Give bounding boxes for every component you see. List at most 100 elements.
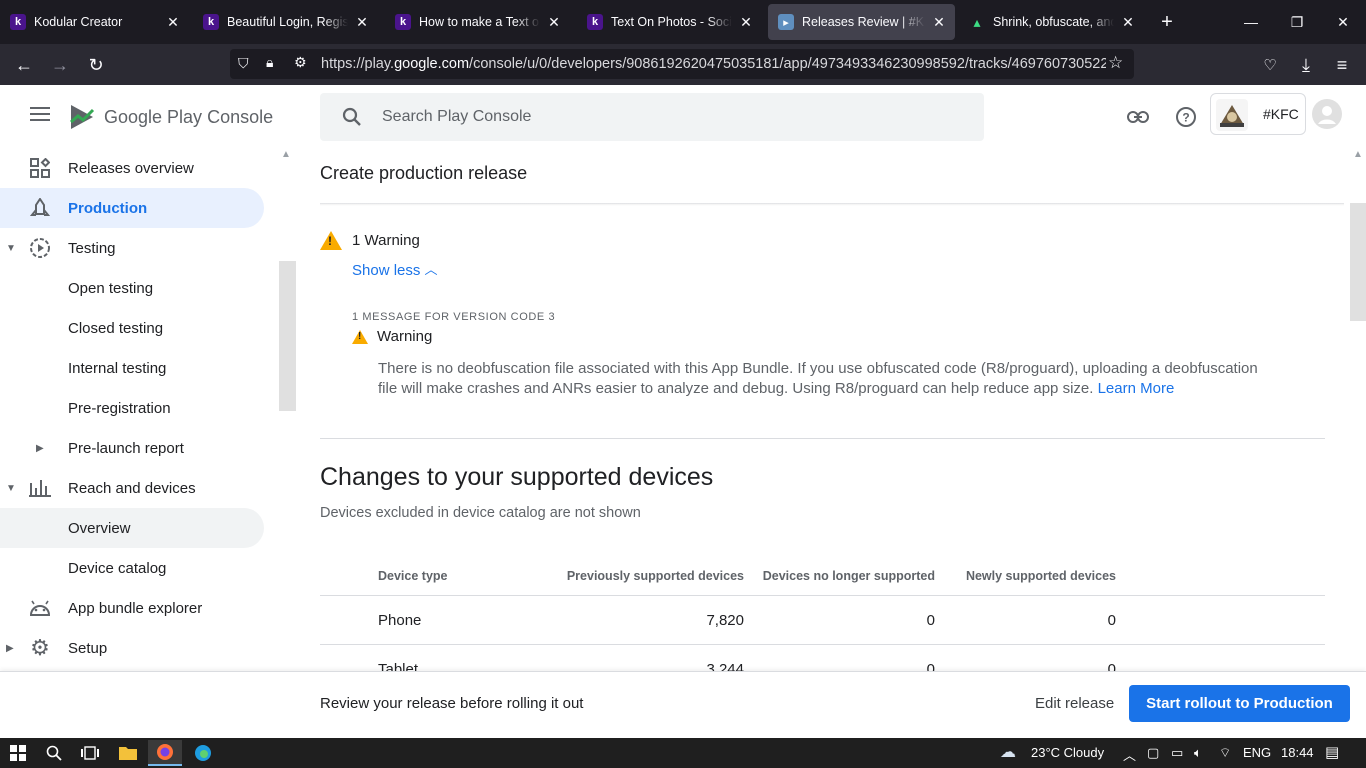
hamburger-menu-icon[interactable] [30, 107, 50, 121]
firefox-icon[interactable] [148, 740, 182, 766]
sidebar-item-closed-testing[interactable]: Closed testing [0, 308, 264, 348]
play-console-app: Google Play Console ▲ Releases overview … [0, 85, 1366, 738]
start-rollout-button[interactable]: Start rollout to Production [1129, 685, 1350, 722]
battery-icon[interactable]: ▭ [1171, 745, 1183, 761]
close-window-button[interactable]: ✕ [1320, 8, 1366, 36]
play-console-icon: ▸ [778, 14, 794, 30]
permissions-icon[interactable]: ⚙ [294, 54, 307, 71]
windows-taskbar: ☁ 23°C Cloudy ︿ ▢ ▭ 🔈︎ ⌔ ENG 18:44 ▤ [0, 738, 1366, 768]
caret-down-icon[interactable]: ▼ [6, 483, 16, 494]
sidebar-item-overview[interactable]: Overview [0, 508, 264, 548]
pocket-icon[interactable]: ♡ [1256, 52, 1284, 78]
caret-right-icon[interactable]: ▶ [6, 643, 14, 654]
sidebar-item-pre-launch-report[interactable]: ▶ Pre-launch report [0, 428, 264, 468]
sidebar-item-internal-testing[interactable]: Internal testing [0, 348, 264, 388]
review-text: Review your release before rolling it ou… [320, 695, 584, 712]
cloudy-weather-icon[interactable]: ☁ [1000, 742, 1016, 762]
message-text: There is no deobfuscation file associate… [378, 360, 1258, 397]
scroll-up-arrow[interactable]: ▲ [1353, 149, 1363, 160]
menu-icon[interactable]: ≡ [1328, 52, 1356, 78]
message-warning: Warning [352, 328, 432, 345]
browser-tab[interactable]: k Text On Photos - Social Me ✕ [577, 4, 762, 40]
sidebar-item-setup[interactable]: ▶ ⚙ Setup [0, 628, 264, 668]
sidebar-item-releases-overview[interactable]: Releases overview [0, 148, 264, 188]
browser-tab[interactable]: k How to make a Text on Ph ✕ [385, 4, 570, 40]
table-header: Device type [378, 569, 448, 583]
downloads-icon[interactable]: ⤓ [1292, 52, 1320, 78]
search-bar[interactable]: Search Play Console [320, 93, 984, 141]
new-tab-button[interactable]: + [1145, 8, 1189, 36]
warning-icon [320, 231, 342, 250]
windows-start-icon[interactable] [6, 742, 30, 764]
language-indicator[interactable]: ENG [1243, 745, 1271, 760]
header-divider [320, 203, 1344, 206]
help-icon[interactable]: ? [1174, 105, 1198, 129]
volume-icon[interactable]: 🔈︎ [1194, 745, 1202, 761]
kodular-icon: k [395, 14, 411, 30]
clock[interactable]: 18:44 [1281, 745, 1314, 760]
close-icon[interactable]: ✕ [165, 14, 181, 31]
sidebar-item-production[interactable]: Production [0, 188, 264, 228]
main-scrollbar[interactable] [1350, 203, 1366, 321]
learn-more-link[interactable]: Learn More [1098, 380, 1175, 397]
kodular-icon: k [203, 14, 219, 30]
nav-bar: ← → ↻ ⛉ 🔒︎ ⚙ https://play.google.com/con… [0, 44, 1366, 85]
sidebar-item-device-catalog[interactable]: Device catalog [0, 548, 264, 588]
search-icon[interactable] [42, 742, 66, 764]
forward-button[interactable]: → [46, 52, 74, 78]
close-icon[interactable]: ✕ [931, 14, 947, 31]
file-explorer-icon[interactable] [116, 742, 140, 764]
wifi-icon[interactable]: ⌔ [1219, 745, 1231, 761]
close-icon[interactable]: ✕ [738, 14, 754, 31]
sidebar-item-app-bundle-explorer[interactable]: App bundle explorer [0, 588, 264, 628]
close-icon[interactable]: ✕ [354, 14, 370, 31]
chevron-up-icon[interactable]: ︿ [1123, 745, 1136, 764]
restore-button[interactable]: ❐ [1274, 8, 1320, 36]
sidebar-item-pre-registration[interactable]: Pre-registration [0, 388, 264, 428]
sidebar-scrollbar[interactable] [279, 261, 296, 411]
close-icon[interactable]: ✕ [546, 14, 562, 31]
search-input[interactable]: Search Play Console [382, 108, 531, 126]
task-view-icon[interactable] [78, 742, 102, 764]
meet-now-icon[interactable]: ▢ [1147, 745, 1159, 761]
chevron-up-icon: ︿ [424, 262, 438, 277]
edge-icon[interactable] [191, 742, 215, 764]
show-less-link[interactable]: Show less ︿ [352, 260, 438, 279]
back-button[interactable]: ← [10, 52, 38, 78]
edit-release-button[interactable]: Edit release [1035, 695, 1114, 712]
browser-tab-active[interactable]: ▸ Releases Review | #KFC ✕ [768, 4, 955, 40]
tab-strip: k Kodular Creator ✕ k Beautiful Login, R… [0, 0, 1366, 44]
reload-button[interactable]: ↻ [82, 52, 110, 78]
caret-down-icon[interactable]: ▼ [6, 243, 16, 254]
app-selector[interactable]: #KFC [1210, 93, 1306, 135]
play-console-logo-icon [70, 105, 95, 129]
svg-text:?: ? [1182, 111, 1189, 125]
production-icon [28, 196, 52, 220]
table-header: Devices no longer supported [762, 569, 935, 583]
caret-right-icon[interactable]: ▶ [36, 443, 44, 454]
play-console-logo[interactable]: Google Play Console [68, 102, 273, 132]
browser-tab[interactable]: k Kodular Creator ✕ [0, 4, 189, 40]
minimize-button[interactable]: — [1228, 8, 1274, 36]
lock-icon[interactable]: 🔒︎ [266, 54, 273, 71]
sidebar-item-open-testing[interactable]: Open testing [0, 268, 264, 308]
shield-icon[interactable]: ⛉ [238, 55, 249, 72]
notifications-icon[interactable]: ▤ [1325, 743, 1339, 761]
weather-text[interactable]: 23°C Cloudy [1031, 745, 1104, 760]
main-content: Search Play Console ? #KFC Create produc… [296, 85, 1366, 678]
scroll-up-arrow[interactable]: ▲ [281, 149, 291, 160]
gear-icon: ⚙ [30, 635, 50, 660]
sidebar-item-testing[interactable]: ▼ Testing [0, 228, 264, 268]
sidebar-item-reach-and-devices[interactable]: ▼ Reach and devices [0, 468, 264, 508]
table-header: Newly supported devices [965, 569, 1116, 583]
close-icon[interactable]: ✕ [1120, 14, 1136, 31]
link-icon[interactable] [1126, 105, 1150, 129]
url-text[interactable]: https://play.google.com/console/u/0/deve… [321, 56, 1106, 72]
table-header: Previously supported devices [566, 569, 744, 583]
testing-icon [28, 236, 52, 260]
browser-tab[interactable]: k Beautiful Login, Register a ✕ [193, 4, 378, 40]
avatar[interactable] [1312, 99, 1342, 129]
browser-tab[interactable]: ▴ Shrink, obfuscate, and opt ✕ [959, 4, 1144, 40]
bookmark-star-icon[interactable]: ☆ [1108, 53, 1123, 73]
url-bar[interactable]: ⛉ 🔒︎ ⚙ https://play.google.com/console/u… [230, 49, 1134, 79]
